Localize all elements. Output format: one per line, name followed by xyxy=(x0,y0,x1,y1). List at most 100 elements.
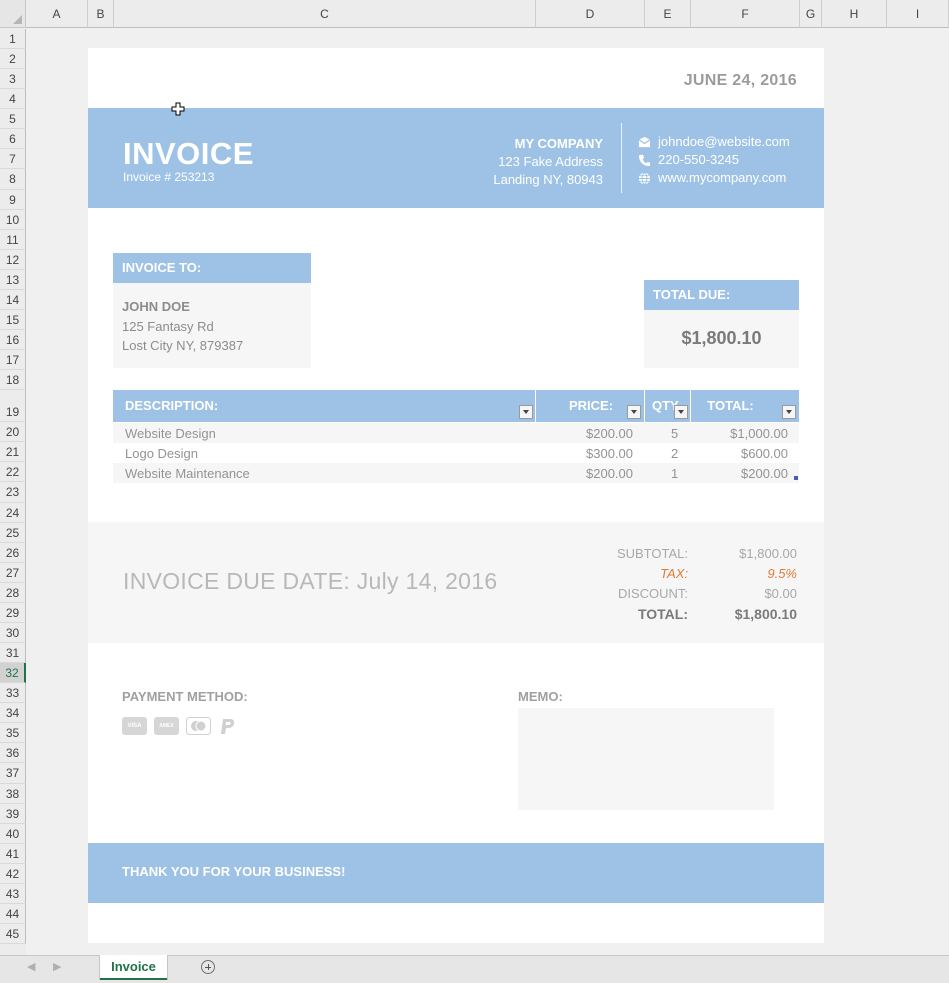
row-header[interactable]: 24 xyxy=(0,502,26,523)
total-label[interactable]: TOTAL: xyxy=(638,606,688,622)
item-price[interactable]: $300.00 xyxy=(586,446,633,461)
row-header[interactable]: 4 xyxy=(0,89,26,110)
company-name[interactable]: MY COMPANY xyxy=(493,135,603,153)
item-qty[interactable]: 5 xyxy=(671,426,678,441)
column-header[interactable]: C xyxy=(114,0,536,28)
row-header[interactable]: 25 xyxy=(0,522,26,543)
table-row[interactable]: Logo Design $300.00 2 $600.00 xyxy=(113,443,799,463)
row-header[interactable]: 10 xyxy=(0,209,26,230)
col-header-total[interactable]: TOTAL: xyxy=(692,390,769,422)
row-header[interactable]: 40 xyxy=(0,823,26,844)
row-header[interactable]: 36 xyxy=(0,743,26,764)
row-header[interactable]: 42 xyxy=(0,863,26,884)
row-header[interactable]: 7 xyxy=(0,149,26,170)
filter-dropdown-total[interactable] xyxy=(782,405,796,419)
row-header[interactable]: 39 xyxy=(0,803,26,824)
contact-website[interactable]: www.mycompany.com xyxy=(658,169,786,187)
subtotal-value[interactable]: $1,800.00 xyxy=(739,546,797,561)
contact-phone[interactable]: 220-550-3245 xyxy=(658,151,739,169)
scroll-tabs-left-icon[interactable]: ◀ xyxy=(27,960,35,973)
invoice-to-header[interactable]: INVOICE TO: xyxy=(113,253,311,283)
table-row[interactable]: Website Design $200.00 5 $1,000.00 xyxy=(113,423,799,443)
row-header[interactable]: 37 xyxy=(0,763,26,784)
select-all-corner[interactable] xyxy=(0,0,26,28)
row-header[interactable]: 3 xyxy=(0,69,26,90)
row-header[interactable]: 2 xyxy=(0,49,26,70)
column-header[interactable]: D xyxy=(536,0,645,28)
row-header[interactable]: 26 xyxy=(0,542,26,563)
scroll-tabs-right-icon[interactable]: ▶ xyxy=(53,960,61,973)
row-header[interactable]: 29 xyxy=(0,602,26,623)
column-header[interactable]: G xyxy=(800,0,822,28)
row-header[interactable]: 12 xyxy=(0,249,26,270)
col-header-description[interactable]: DESCRIPTION: xyxy=(125,390,218,422)
column-header[interactable]: E xyxy=(645,0,691,28)
row-header[interactable]: 38 xyxy=(0,783,26,804)
row-header[interactable]: 6 xyxy=(0,129,26,150)
tax-value[interactable]: 9.5% xyxy=(767,566,797,581)
client-address-line1[interactable]: 125 Fantasy Rd xyxy=(122,319,214,334)
memo-field[interactable] xyxy=(518,708,774,810)
memo-label[interactable]: MEMO: xyxy=(518,689,563,704)
item-total[interactable]: $200.00 xyxy=(741,466,788,481)
row-header[interactable]: 9 xyxy=(0,189,26,210)
thank-you-message[interactable]: THANK YOU FOR YOUR BUSINESS! xyxy=(122,864,345,879)
row-header[interactable]: 8 xyxy=(0,169,26,190)
row-header[interactable]: 21 xyxy=(0,442,26,463)
row-header[interactable]: 23 xyxy=(0,482,26,503)
row-header[interactable]: 15 xyxy=(0,309,26,331)
client-address-line2[interactable]: Lost City NY, 879387 xyxy=(122,338,243,353)
discount-label[interactable]: DISCOUNT: xyxy=(618,586,688,601)
item-total[interactable]: $1,000.00 xyxy=(730,426,788,441)
item-qty[interactable]: 1 xyxy=(671,466,678,481)
row-header[interactable]: 45 xyxy=(0,924,26,945)
contact-email[interactable]: johndoe@website.com xyxy=(658,133,790,151)
column-header[interactable]: I xyxy=(887,0,949,28)
filter-dropdown-price[interactable] xyxy=(627,405,641,419)
row-header[interactable]: 16 xyxy=(0,330,26,351)
row-header[interactable]: 44 xyxy=(0,903,26,924)
filter-dropdown-description[interactable] xyxy=(519,405,533,419)
item-qty[interactable]: 2 xyxy=(671,446,678,461)
invoice-due-date[interactable]: INVOICE DUE DATE: July 14, 2016 xyxy=(123,568,497,595)
row-header[interactable]: 35 xyxy=(0,723,26,744)
row-header[interactable]: 14 xyxy=(0,289,26,310)
row-header[interactable]: 20 xyxy=(0,422,26,443)
company-address-line1[interactable]: 123 Fake Address xyxy=(493,153,603,171)
row-header[interactable]: 22 xyxy=(0,462,26,483)
total-value[interactable]: $1,800.10 xyxy=(735,606,797,622)
row-header[interactable]: 41 xyxy=(0,843,26,864)
row-header[interactable]: 19 xyxy=(0,390,26,423)
row-header[interactable]: 27 xyxy=(0,562,26,583)
row-header[interactable]: 11 xyxy=(0,229,26,250)
row-header[interactable]: 30 xyxy=(0,622,26,644)
table-row[interactable]: Website Maintenance $200.00 1 $200.00 xyxy=(113,463,799,483)
column-header[interactable]: A xyxy=(26,0,88,28)
invoice-number[interactable]: Invoice # 253213 xyxy=(123,170,214,184)
row-header[interactable]: 13 xyxy=(0,269,26,290)
total-due-amount[interactable]: $1,800.10 xyxy=(644,328,799,349)
row-header[interactable]: 43 xyxy=(0,883,26,904)
row-header[interactable]: 28 xyxy=(0,582,26,603)
column-header[interactable]: H xyxy=(822,0,887,28)
item-price[interactable]: $200.00 xyxy=(586,426,633,441)
sheet-tab-invoice[interactable]: Invoice xyxy=(100,955,167,980)
item-description[interactable]: Logo Design xyxy=(125,446,198,461)
column-header[interactable]: B xyxy=(88,0,114,28)
row-header[interactable]: 32 xyxy=(0,663,26,684)
item-description[interactable]: Website Design xyxy=(125,426,216,441)
row-header[interactable]: 18 xyxy=(0,370,26,391)
column-header[interactable]: F xyxy=(691,0,800,28)
total-due-header[interactable]: TOTAL DUE: xyxy=(644,280,799,310)
invoice-title[interactable]: INVOICE xyxy=(123,136,254,172)
tax-label[interactable]: TAX: xyxy=(660,566,688,581)
table-resize-handle[interactable] xyxy=(794,476,798,480)
item-price[interactable]: $200.00 xyxy=(586,466,633,481)
client-name[interactable]: JOHN DOE xyxy=(122,299,190,314)
subtotal-label[interactable]: SUBTOTAL: xyxy=(617,546,688,561)
invoice-date[interactable]: JUNE 24, 2016 xyxy=(684,72,797,90)
row-header[interactable]: 33 xyxy=(0,683,26,704)
item-total[interactable]: $600.00 xyxy=(741,446,788,461)
item-description[interactable]: Website Maintenance xyxy=(125,466,250,481)
row-header[interactable]: 34 xyxy=(0,703,26,724)
